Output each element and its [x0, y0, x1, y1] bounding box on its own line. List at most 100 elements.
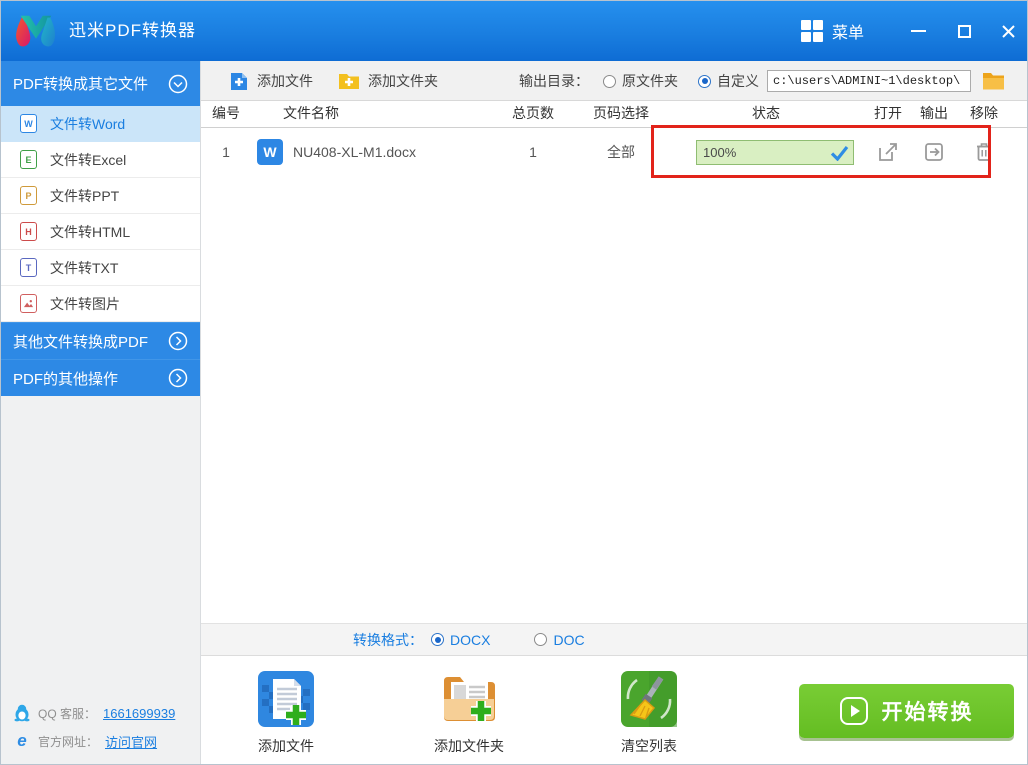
category-label: PDF的其他操作 [13, 368, 118, 389]
clear-list-action[interactable]: 清空列表 [601, 671, 697, 756]
add-folder-action-label: 添加文件夹 [421, 736, 517, 756]
menu-grid-icon [801, 20, 823, 42]
output-dir-label: 输出目录： [519, 61, 589, 101]
doc-label: DOC [553, 632, 584, 648]
qq-number-link[interactable]: 1661699939 [103, 706, 175, 721]
radio-custom-folder[interactable]: 自定义 [698, 61, 759, 101]
progress-bar: 100% [696, 140, 854, 165]
col-number: 编号 [201, 101, 251, 128]
app-window: 迅米PDF转换器 菜单 PDF转换成其它文件 W 文件转Word [0, 0, 1028, 765]
format-bar: 转换格式： DOCX DOC [201, 623, 1028, 656]
col-open: 打开 [863, 101, 913, 128]
total-pages-value: 1 [493, 128, 573, 176]
sidebar-item-label: 文件转图片 [50, 294, 120, 314]
sidebar-category-other-to-pdf[interactable]: 其他文件转换成PDF [1, 322, 200, 359]
row-number: 1 [201, 128, 251, 176]
word-doc-icon: W [257, 139, 283, 165]
menu-button[interactable]: 菜单 [801, 1, 864, 61]
close-icon [1001, 24, 1016, 39]
delete-file-icon[interactable] [972, 140, 996, 164]
toolbar: 添加文件 添加文件夹 输出目录： 原文件夹 自定义 [201, 61, 1028, 101]
ie-browser-icon: e [13, 731, 31, 751]
maximize-button[interactable] [945, 1, 983, 61]
excel-file-icon: E [20, 150, 37, 169]
sidebar-item-label: 文件转Word [50, 114, 125, 134]
sidebar: PDF转换成其它文件 W 文件转Word E 文件转Excel P 文件转PPT… [1, 61, 201, 765]
start-convert-button[interactable]: 开始转换 [799, 684, 1014, 738]
sidebar-item-ppt[interactable]: P 文件转PPT [1, 178, 200, 214]
open-file-icon[interactable] [876, 140, 900, 164]
sidebar-item-word[interactable]: W 文件转Word [1, 106, 200, 142]
radio-custom-label: 自定义 [717, 71, 759, 91]
menu-label: 菜单 [832, 19, 864, 43]
radio-source-folder[interactable]: 原文件夹 [603, 61, 678, 101]
add-file-big-icon [258, 671, 314, 727]
radio-icon[interactable] [698, 75, 711, 88]
sidebar-item-image[interactable]: 文件转图片 [1, 286, 200, 322]
sidebar-item-label: 文件转HTML [50, 222, 130, 242]
add-file-action[interactable]: 添加文件 [238, 671, 334, 756]
radio-docx[interactable]: DOCX [431, 632, 490, 648]
docx-label: DOCX [450, 632, 490, 648]
sidebar-item-html[interactable]: H 文件转HTML [1, 214, 200, 250]
add-folder-label: 添加文件夹 [368, 71, 438, 91]
word-file-icon: W [20, 114, 37, 133]
minimize-icon [911, 30, 926, 32]
play-icon [840, 697, 868, 725]
add-folder-icon [338, 71, 360, 91]
clear-list-big-icon [621, 671, 677, 727]
ppt-file-icon: P [20, 186, 37, 205]
qq-service-label: QQ 客服： [38, 705, 96, 722]
file-name: NU408-XL-M1.docx [293, 128, 513, 176]
official-site-link[interactable]: 访问官网 [105, 732, 157, 751]
browse-folder-icon[interactable] [982, 70, 1005, 91]
col-status: 状态 [716, 101, 816, 128]
chevron-right-circle-icon [168, 331, 188, 351]
add-file-button[interactable]: 添加文件 [229, 61, 313, 101]
sidebar-item-label: 文件转PPT [50, 186, 119, 206]
minimize-button[interactable] [899, 1, 937, 61]
sidebar-category-pdf-to-other[interactable]: PDF转换成其它文件 [1, 61, 200, 106]
html-file-icon: H [20, 222, 37, 241]
format-label: 转换格式： [353, 630, 423, 650]
radio-icon[interactable] [534, 633, 547, 646]
check-icon [830, 145, 849, 161]
output-path-input[interactable] [767, 70, 971, 92]
col-filename: 文件名称 [251, 101, 371, 128]
col-remove: 移除 [959, 101, 1009, 128]
sidebar-items: W 文件转Word E 文件转Excel P 文件转PPT H 文件转HTML … [1, 106, 200, 322]
sidebar-item-label: 文件转Excel [50, 150, 126, 170]
add-folder-big-icon [441, 671, 497, 727]
txt-file-icon: T [20, 258, 37, 277]
table-header: 编号 文件名称 总页数 页码选择 状态 打开 输出 移除 [201, 101, 1028, 128]
radio-icon[interactable] [603, 75, 616, 88]
main-panel: 添加文件 添加文件夹 输出目录： 原文件夹 自定义 [201, 61, 1028, 765]
add-file-icon [229, 71, 249, 92]
image-file-icon [20, 294, 37, 313]
sidebar-item-excel[interactable]: E 文件转Excel [1, 142, 200, 178]
sidebar-item-label: 文件转TXT [50, 258, 118, 278]
table-row: 1 W NU408-XL-M1.docx 1 全部 100% [201, 128, 1028, 176]
add-file-label: 添加文件 [257, 71, 313, 91]
chevron-down-circle-icon [168, 74, 188, 94]
close-button[interactable] [989, 1, 1027, 61]
open-output-icon[interactable] [922, 140, 946, 164]
page-range-value[interactable]: 全部 [571, 128, 671, 176]
chevron-right-circle-icon [168, 368, 188, 388]
app-logo-icon [9, 9, 63, 53]
qq-icon [13, 704, 31, 722]
progress-value: 100% [697, 145, 830, 160]
radio-doc[interactable]: DOC [534, 632, 584, 648]
sidebar-item-txt[interactable]: T 文件转TXT [1, 250, 200, 286]
clear-list-action-label: 清空列表 [601, 736, 697, 756]
add-folder-action[interactable]: 添加文件夹 [421, 671, 517, 756]
official-site-label: 官方网址： [38, 733, 98, 750]
radio-icon[interactable] [431, 633, 444, 646]
col-page-select: 页码选择 [571, 101, 671, 128]
category-label: 其他文件转换成PDF [13, 331, 148, 352]
category-label: PDF转换成其它文件 [13, 73, 148, 94]
title-bar: 迅米PDF转换器 菜单 [1, 1, 1028, 61]
sidebar-category-pdf-ops[interactable]: PDF的其他操作 [1, 359, 200, 396]
add-folder-button[interactable]: 添加文件夹 [338, 61, 438, 101]
start-convert-label: 开始转换 [882, 696, 974, 726]
